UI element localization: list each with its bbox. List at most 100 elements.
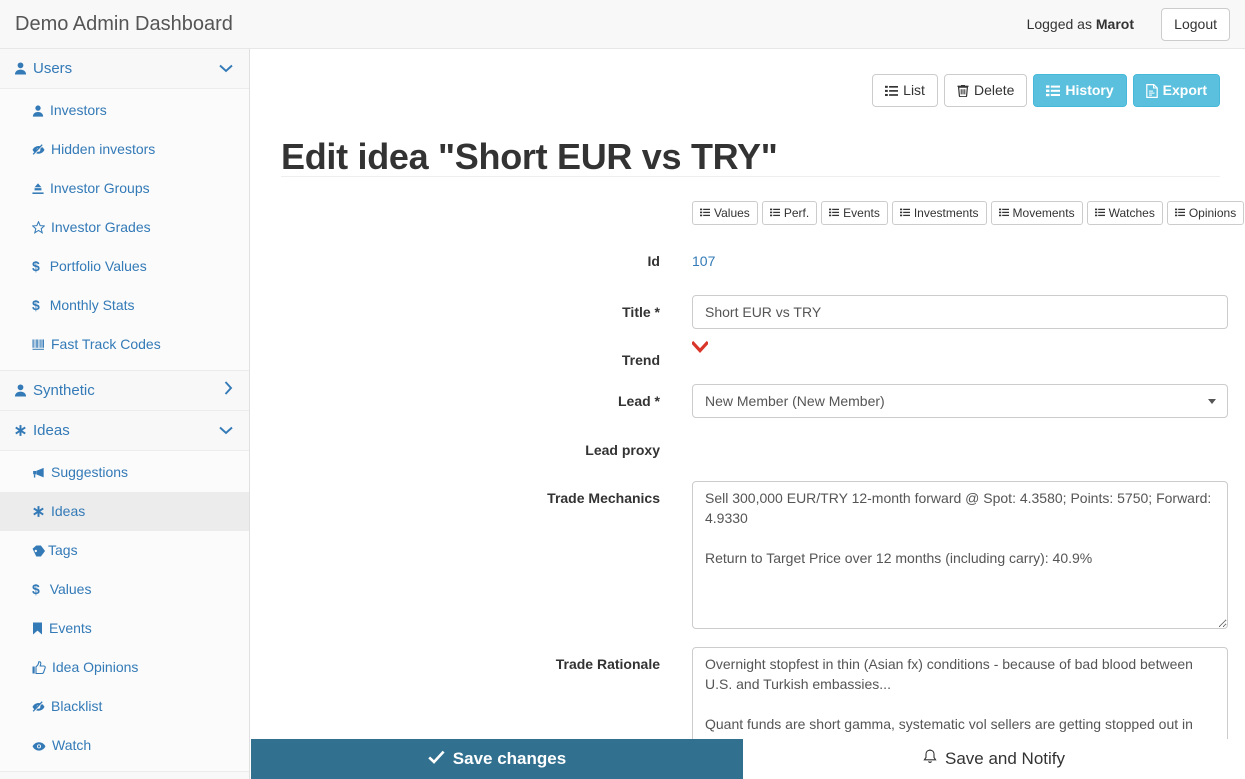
trend-label: Trend	[621, 352, 660, 368]
sidebar-item-label: Monthly Stats	[49, 297, 135, 313]
list-button[interactable]: List	[872, 74, 938, 107]
bookmark-icon	[32, 609, 43, 648]
trade-mechanics-textarea[interactable]: Sell 300,000 EUR/TRY 12-month forward @ …	[692, 481, 1228, 629]
chevron-down-icon	[1208, 399, 1216, 404]
sidebar-item-events[interactable]: Events	[0, 609, 249, 648]
logged-as-username: Marot	[1095, 16, 1134, 32]
tab-label: Opinions	[1188, 206, 1237, 220]
star-outline-icon	[31, 208, 46, 247]
chevron-right-icon	[224, 371, 233, 411]
tab-label: Perf.	[783, 206, 810, 220]
sidebar-item-label: Hidden investors	[51, 141, 156, 157]
record-tabs: Values Perf. Events Investments Movement…	[692, 201, 1245, 225]
logged-as-label: Logged as Marot	[1027, 14, 1134, 34]
sidebar-item-label: Watch	[52, 737, 92, 753]
save-and-notify-button[interactable]: Save and Notify	[743, 739, 1245, 779]
trash-icon	[957, 84, 969, 97]
sidebar-item-label: Ideas	[51, 503, 86, 519]
sidebar-item-values[interactable]: $ Values	[0, 570, 249, 609]
app-brand[interactable]: Demo Admin Dashboard	[15, 11, 233, 38]
tab-label: Investments	[913, 206, 979, 220]
delete-button[interactable]: Delete	[943, 74, 1028, 107]
tab-label: Movements	[1012, 206, 1075, 220]
title-input[interactable]	[692, 295, 1228, 329]
sidebar-item-investor-groups[interactable]: Investor Groups	[0, 169, 249, 208]
asterisk-icon	[32, 492, 45, 531]
button-label: Export	[1162, 82, 1207, 98]
button-label: List	[903, 82, 925, 98]
bell-icon	[923, 748, 937, 770]
thumbs-up-icon	[32, 648, 46, 687]
chevron-down-icon	[690, 340, 710, 359]
dollar-icon: $	[32, 258, 40, 274]
lead-proxy-label: Lead proxy	[585, 442, 660, 458]
sidebar-item-monthly-stats[interactable]: $ Monthly Stats	[0, 286, 249, 325]
list-icon	[1094, 205, 1105, 221]
sidebar-group-ideas[interactable]: Ideas	[0, 411, 249, 451]
sidebar-item-label: Investors	[50, 102, 107, 118]
history-button[interactable]: History	[1033, 74, 1127, 107]
sidebar-item-label: Tags	[48, 542, 78, 558]
form-action-bar: Save changes Save and Notify	[251, 739, 1245, 779]
tab-events[interactable]: Events	[821, 201, 888, 225]
trade-mechanics-label: Trade Mechanics	[547, 490, 660, 506]
sidebar-item-hidden-investors[interactable]: Hidden investors	[0, 130, 249, 169]
sidebar-item-investors[interactable]: Investors	[0, 91, 249, 130]
tab-investments[interactable]: Investments	[891, 201, 987, 225]
page-title: Edit idea "Short EUR vs TRY"	[281, 136, 778, 178]
user-icon	[32, 91, 44, 130]
tab-perf[interactable]: Perf.	[761, 201, 818, 225]
id-value[interactable]: 107	[692, 253, 715, 269]
save-changes-button[interactable]: Save changes	[251, 739, 743, 779]
sidebar-item-idea-opinions[interactable]: Idea Opinions	[0, 648, 249, 687]
tab-values[interactable]: Values	[692, 201, 758, 225]
sidebar-item-label: Portfolio Values	[49, 258, 147, 274]
sidebar-group-investments[interactable]: Investments	[0, 772, 249, 779]
main-content: Edit idea "Short EUR vs TRY" List Delete…	[251, 49, 1245, 779]
list-alt-icon	[1046, 84, 1061, 97]
button-label: Save and Notify	[944, 749, 1065, 768]
sidebar: Users Investors Hidden investors Investo…	[0, 49, 250, 779]
tag-icon	[32, 531, 47, 570]
check-icon	[428, 749, 445, 769]
dollar-icon: $	[32, 581, 40, 597]
tab-watches[interactable]: Watches	[1086, 201, 1163, 225]
id-label: Id	[647, 253, 660, 269]
button-label: Delete	[973, 82, 1015, 98]
user-icon	[14, 49, 27, 89]
sidebar-item-label: Values	[49, 581, 92, 597]
sidebar-item-ideas[interactable]: Ideas	[0, 492, 249, 531]
sidebar-item-tags[interactable]: Tags	[0, 531, 249, 570]
sidebar-item-watch[interactable]: Watch	[0, 726, 249, 765]
tab-opinions[interactable]: Opinions	[1166, 201, 1245, 225]
tab-label: Events	[843, 206, 880, 220]
sidebar-group-synthetic[interactable]: Synthetic	[0, 371, 249, 411]
list-icon	[1174, 205, 1185, 221]
sidebar-item-blacklist[interactable]: Blacklist	[0, 687, 249, 726]
sidebar-item-investor-grades[interactable]: Investor Grades	[0, 208, 249, 247]
tab-movements[interactable]: Movements	[990, 201, 1083, 225]
trade-rationale-label: Trade Rationale	[555, 656, 660, 672]
sidebar-item-label: Suggestions	[51, 464, 129, 480]
list-icon	[899, 205, 910, 221]
dollar-icon: $	[32, 297, 40, 313]
title-divider	[281, 176, 1220, 177]
sidebar-group-label: Synthetic	[33, 382, 95, 399]
sidebar-item-suggestions[interactable]: Suggestions	[0, 453, 249, 492]
sidebar-group-label: Ideas	[33, 422, 70, 439]
lead-select[interactable]: New Member (New Member)	[692, 384, 1228, 418]
sidebar-subnav-users: Investors Hidden investors Investor Grou…	[0, 89, 249, 371]
title-label: Title *	[622, 304, 660, 320]
sidebar-group-label: Users	[33, 60, 73, 77]
logout-button[interactable]: Logout	[1161, 8, 1230, 41]
sidebar-group-users[interactable]: Users	[0, 49, 249, 89]
eye-slash-icon	[32, 130, 45, 169]
page-action-toolbar: List Delete History Export	[872, 74, 1220, 107]
sidebar-subnav-ideas: Suggestions Ideas Tags $ Values Events I…	[0, 451, 249, 772]
user-icon	[14, 371, 27, 411]
sidebar-item-fast-track-codes[interactable]: Fast Track Codes	[0, 325, 249, 364]
sidebar-item-portfolio-values[interactable]: $ Portfolio Values	[0, 247, 249, 286]
export-button[interactable]: Export	[1132, 74, 1220, 107]
lead-label: Lead *	[617, 393, 660, 409]
logged-as-prefix: Logged as	[1026, 16, 1096, 32]
